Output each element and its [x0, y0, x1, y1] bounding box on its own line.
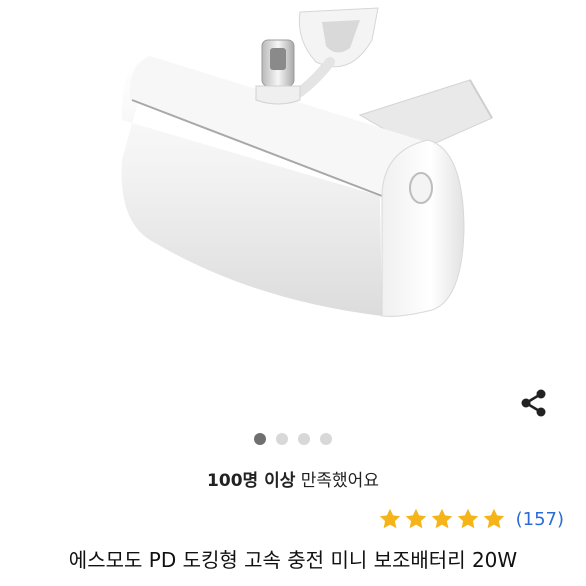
satisfaction-label: 만족했어요 [300, 471, 379, 491]
star-icon [457, 508, 478, 529]
carousel-dot-3[interactable] [298, 433, 310, 445]
share-icon [521, 389, 546, 417]
star-icon [483, 508, 504, 529]
carousel-dot-2[interactable] [276, 433, 288, 445]
carousel-dot-4[interactable] [320, 433, 332, 445]
share-button[interactable] [517, 386, 551, 420]
carousel-indicator [0, 433, 586, 445]
product-title: 에스모도 PD 도킹형 고속 충전 미니 보조배터리 20W [68, 548, 518, 572]
satisfaction-text: 100명 이상 만족했어요 [0, 466, 586, 491]
star-icon [379, 508, 400, 529]
product-image [121, 7, 493, 317]
star-icon [431, 508, 452, 529]
carousel-dot-1[interactable] [254, 433, 266, 445]
rating-row[interactable]: (157) [378, 507, 564, 531]
review-count-link[interactable]: (157) [516, 509, 564, 530]
star-icon [405, 508, 426, 529]
satisfaction-count: 100명 이상 [207, 471, 296, 491]
